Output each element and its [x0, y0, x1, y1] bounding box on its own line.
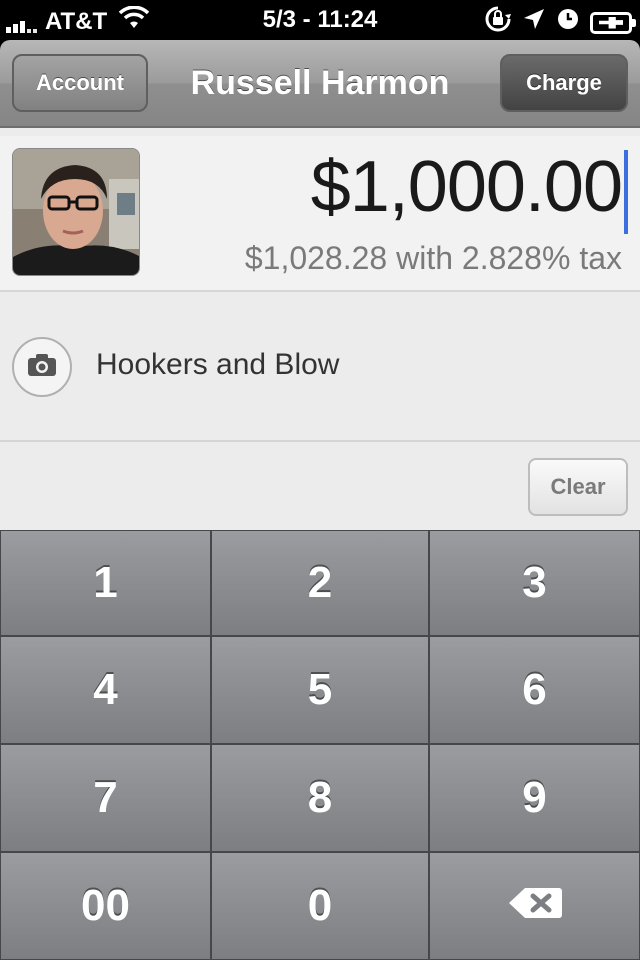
key-4[interactable]: 4 — [0, 636, 211, 744]
key-5[interactable]: 5 — [211, 636, 429, 744]
keypad: 1 2 3 4 5 6 7 8 9 00 0 — [0, 530, 640, 960]
rotation-lock-icon — [484, 5, 512, 40]
key-2[interactable]: 2 — [211, 530, 429, 636]
amount-field[interactable]: $1,000.00 — [311, 146, 623, 228]
note-text[interactable]: Hookers and Blow — [96, 348, 339, 382]
alarm-icon — [556, 7, 580, 38]
amount-section: $1,000.00 $1,028.28 with 2.828% tax — [0, 136, 640, 292]
status-right — [484, 5, 636, 40]
location-icon — [522, 7, 546, 38]
tax-summary: $1,028.28 with 2.828% tax — [244, 240, 622, 276]
avatar[interactable] — [12, 148, 140, 276]
backspace-icon — [507, 881, 563, 931]
page-title: Russell Harmon — [190, 64, 450, 102]
key-7[interactable]: 7 — [0, 744, 211, 852]
key-3[interactable]: 3 — [429, 530, 640, 636]
key-1[interactable]: 1 — [0, 530, 211, 636]
key-9[interactable]: 9 — [429, 744, 640, 852]
nav-bar: Account Russell Harmon Charge — [0, 40, 640, 128]
text-cursor — [624, 150, 628, 234]
payment-content: $1,000.00 $1,028.28 with 2.828% tax Hook… — [0, 128, 640, 530]
key-0[interactable]: 0 — [211, 852, 429, 960]
battery-icon — [590, 11, 636, 34]
key-8[interactable]: 8 — [211, 744, 429, 852]
camera-button[interactable] — [12, 337, 72, 397]
account-button[interactable]: Account — [12, 54, 148, 112]
charge-button[interactable]: Charge — [500, 54, 628, 112]
key-6[interactable]: 6 — [429, 636, 640, 744]
clear-button[interactable]: Clear — [528, 458, 628, 516]
status-bar: AT&T 5/3 - 11:24 — [0, 0, 640, 40]
backspace-key[interactable] — [429, 852, 640, 960]
note-section[interactable]: Hookers and Blow — [0, 294, 640, 442]
key-00[interactable]: 00 — [0, 852, 211, 960]
camera-icon — [27, 353, 57, 382]
